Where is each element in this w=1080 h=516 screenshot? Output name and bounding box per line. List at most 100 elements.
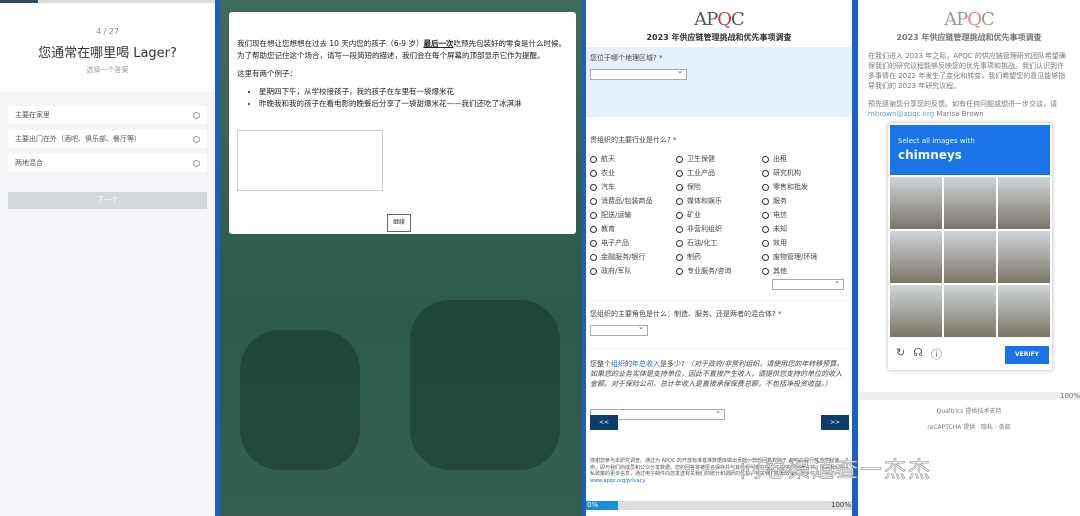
radio-icon xyxy=(762,169,769,177)
radio-icon xyxy=(590,197,597,205)
industry-option[interactable]: 电子产品 xyxy=(590,238,676,248)
radio-icon xyxy=(762,197,769,205)
radio-icon xyxy=(676,169,683,177)
qualtrics-link[interactable]: Qualtrics 提供技术支持 xyxy=(858,406,1080,415)
industry-option[interactable]: 保险 xyxy=(676,182,762,192)
other-input[interactable] xyxy=(772,277,844,290)
industry-option[interactable]: 媒体和娱乐 xyxy=(676,196,762,206)
captcha-tile[interactable] xyxy=(998,231,1050,283)
description-textarea[interactable] xyxy=(237,130,383,191)
headphones-icon[interactable]: ☊ xyxy=(913,346,923,362)
radio-icon xyxy=(762,225,769,233)
industry-option[interactable]: 其他 xyxy=(762,266,848,276)
examples-label: 这里有两个例子： xyxy=(237,69,297,78)
intro-text: 在我们进入 2023 年之际，APQC 的供应链管理研究团队希望确保我们的研究议… xyxy=(868,52,1066,90)
region-question: 您位于哪个地理区域? * xyxy=(590,54,663,62)
captcha-tile[interactable] xyxy=(890,285,942,337)
industry-option[interactable]: 未知 xyxy=(762,224,848,234)
radio-icon xyxy=(676,211,683,219)
radio-icon xyxy=(590,267,597,275)
continue-button[interactable]: 继续 xyxy=(387,214,412,232)
industry-option[interactable]: 卫生保健 xyxy=(676,154,762,164)
captcha-tile[interactable] xyxy=(944,231,996,283)
industry-option[interactable]: 非营利组织 xyxy=(676,224,762,234)
apqc-captcha-panel: APQC 2023 年供应链管理挑战和优先事项调查 在我们进入 2023 年之际… xyxy=(858,0,1080,516)
role-select[interactable] xyxy=(590,323,648,336)
progress-bar: 0% 100% xyxy=(586,501,852,510)
captcha-tile[interactable] xyxy=(890,177,942,229)
radio-icon xyxy=(676,253,683,261)
revenue-link[interactable]: 年总收入 xyxy=(632,360,660,368)
radio-icon xyxy=(590,183,597,191)
industry-option[interactable]: 政府/军队 xyxy=(590,266,676,276)
industry-option[interactable]: 服务 xyxy=(762,196,848,206)
apqc-logo: APQC xyxy=(694,9,745,30)
reload-icon[interactable]: ↻ xyxy=(896,346,905,362)
privacy-link[interactable]: www.apqc.org/privacy xyxy=(590,478,645,484)
industry-option[interactable]: 工业产品 xyxy=(676,168,762,178)
industry-option[interactable]: 教育 xyxy=(590,224,676,234)
radio-icon xyxy=(193,159,200,167)
back-button[interactable]: << xyxy=(590,415,618,430)
recaptcha-links[interactable]: reCAPTCHA 提供 · 隐私 · 条款 xyxy=(858,422,1080,431)
radio-icon xyxy=(676,225,683,233)
contact-text: 预先感谢您分享您的反馈。如有任何问题或想进一步交谈，请mbrown@apqc.o… xyxy=(868,100,1057,118)
radio-icon xyxy=(676,267,683,275)
radio-icon xyxy=(762,155,769,163)
apqc-survey-panel: APQC 2023 年供应链管理挑战和优先事项调查 您位于哪个地理区域? * 贵… xyxy=(586,0,852,516)
option-home[interactable]: 主要在家里 xyxy=(8,106,207,124)
radio-icon xyxy=(590,253,597,261)
radio-icon xyxy=(762,253,769,261)
radio-icon xyxy=(676,239,683,247)
industry-option[interactable]: 配送/运输 xyxy=(590,210,676,220)
apqc-logo: APQC xyxy=(944,9,995,30)
industry-option[interactable]: 废物管理/环境 xyxy=(762,252,848,262)
captcha-tile[interactable] xyxy=(998,285,1050,337)
forward-button[interactable]: >> xyxy=(821,415,849,430)
email-link[interactable]: mbrown@apqc.org xyxy=(868,110,934,118)
region-select[interactable] xyxy=(590,67,687,80)
captcha-tile[interactable] xyxy=(890,231,942,283)
radio-icon xyxy=(590,155,597,163)
industry-option[interactable]: 研究机构 xyxy=(762,168,848,178)
captcha-tile[interactable] xyxy=(998,177,1050,229)
industry-option[interactable]: 航天 xyxy=(590,154,676,164)
example-item: 星期四下午，从学校接孩子，我的孩子在车里有一袋爆米花 xyxy=(259,86,568,98)
option-out[interactable]: 主要出门在外（酒吧、俱乐部、餐厅等） xyxy=(8,130,207,148)
captcha-prompt: Select all images with xyxy=(898,137,975,145)
radio-icon xyxy=(676,155,683,163)
industry-options: 航天 卫生保健 出租农业 工业产品 研究机构汽车 保险 零售和批发消费品/包装商品 媒体和娱乐… xyxy=(586,154,852,276)
industry-option[interactable]: 农业 xyxy=(590,168,676,178)
industry-option[interactable]: 零售和批发 xyxy=(762,182,848,192)
industry-option[interactable]: 效用 xyxy=(762,238,848,248)
industry-option[interactable]: 电信 xyxy=(762,210,848,220)
option-mixed[interactable]: 两地混合 xyxy=(8,154,207,172)
snack-survey-panel: 我们现在想让您想想在过去 10 天内您的孩子（6-9 岁）最后一次吃预先包装好的… xyxy=(220,0,582,516)
industry-option[interactable]: 石油/化工 xyxy=(676,238,762,248)
radio-icon xyxy=(676,197,683,205)
industry-option[interactable]: 消费品/包装商品 xyxy=(590,196,676,206)
next-button[interactable]: 下一个 xyxy=(8,192,207,209)
industry-option[interactable]: 金融服务/银行 xyxy=(590,252,676,262)
radio-icon xyxy=(193,111,200,119)
industry-question: 贵组织的主要行业是什么? * xyxy=(590,136,677,144)
industry-option[interactable]: 制药 xyxy=(676,252,762,262)
industry-option[interactable]: 专业服务/咨询 xyxy=(676,266,762,276)
captcha-tile[interactable] xyxy=(944,285,996,337)
industry-option[interactable]: 汽车 xyxy=(590,182,676,192)
option-label: 主要在家里 xyxy=(15,111,50,119)
industry-option[interactable]: 出租 xyxy=(762,154,848,164)
industry-option[interactable]: 矿业 xyxy=(676,210,762,220)
captcha-grid xyxy=(890,177,1050,337)
survey-title: 2023 年供应链管理挑战和优先事项调查 xyxy=(646,33,792,42)
info-icon[interactable]: ⓘ xyxy=(931,346,942,362)
question-hint: 选择一个答案 xyxy=(86,66,129,74)
radio-icon xyxy=(676,183,683,191)
question-title: 您通常在哪里喝 Lager? xyxy=(38,46,177,61)
watermark: 问卷渠道查一杰杰 xyxy=(740,458,933,484)
intro-text: 我们现在想让您想想在过去 10 天内您的孩子（6-9 岁）最后一次吃预先包装好的… xyxy=(237,39,566,60)
org-link[interactable]: 组织 xyxy=(611,360,625,368)
option-label: 两地混合 xyxy=(15,159,43,167)
captcha-tile[interactable] xyxy=(944,177,996,229)
verify-button[interactable]: VERIFY xyxy=(1005,346,1049,364)
